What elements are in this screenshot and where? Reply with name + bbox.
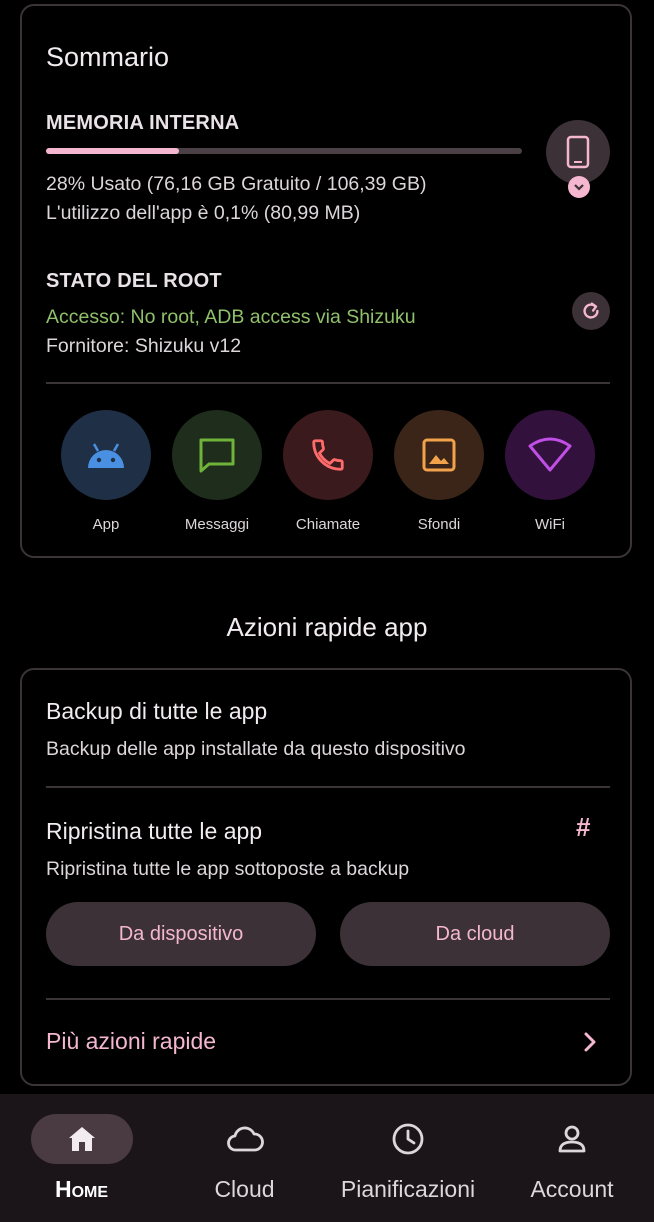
nav-home-label: Home: [54, 1176, 109, 1202]
shortcut-wallpapers[interactable]: Sfondi: [389, 410, 489, 533]
nav-schedules-label: Pianificazioni: [340, 1176, 476, 1202]
refresh-root-button[interactable]: [572, 292, 610, 330]
shortcut-messages[interactable]: Messaggi: [167, 410, 267, 533]
account-icon: [558, 1125, 586, 1153]
nav-cloud-indicator: [194, 1114, 296, 1164]
root-provider-text: Fornitore: Shizuku v12: [46, 335, 242, 357]
nav-item-account[interactable]: Account: [490, 1094, 654, 1222]
storage-details-button[interactable]: [546, 120, 610, 184]
shortcut-messages-label: Messaggi: [184, 516, 250, 533]
quick-actions-card: Backup di tutte le app Backup delle app …: [20, 668, 632, 1086]
nav-home-indicator: [30, 1114, 133, 1164]
shortcut-wifi-label: WiFi: [535, 516, 565, 533]
shortcut-wallpapers-circle: [394, 410, 484, 500]
backup-all-subtitle: Backup delle app installate da questo di…: [46, 738, 466, 760]
hash-icon: #: [576, 812, 591, 842]
shortcut-app-label: App: [92, 516, 120, 533]
smartphone-icon: [566, 135, 590, 169]
summary-title: Sommario: [46, 42, 170, 72]
storage-label: MEMORIA INTERNA: [46, 112, 240, 134]
storage-usage-text: 28% Usato (76,16 GB Gratuito / 106,39 GB…: [46, 173, 427, 195]
nav-item-home[interactable]: Home: [0, 1094, 163, 1222]
actions-divider-2: [46, 998, 610, 1000]
restore-all-subtitle: Ripristina tutte le app sottoposte a bac…: [46, 858, 410, 880]
root-access-text: Accesso: No root, ADB access via Shizuku: [46, 306, 416, 328]
shortcut-wifi[interactable]: WiFi: [500, 410, 600, 533]
restore-all-title: Ripristina tutte le app: [46, 818, 263, 844]
app-usage-text: L'utilizzo dell'app è 0,1% (80,99 MB): [46, 202, 361, 224]
nav-schedules-indicator: [357, 1114, 459, 1164]
nav-item-cloud[interactable]: Cloud: [163, 1094, 326, 1222]
storage-progress-fill: [46, 148, 180, 154]
restore-from-device-button[interactable]: Da dispositivo: [46, 902, 316, 966]
backup-all-title[interactable]: Backup di tutte le app: [46, 698, 267, 725]
message-icon: [199, 438, 235, 473]
expand-badge[interactable]: [568, 176, 590, 198]
restore-from-cloud-button[interactable]: Da cloud: [340, 902, 610, 966]
nav-account-indicator: [521, 1114, 623, 1164]
chevron-down-icon: [574, 184, 584, 191]
actions-divider-1: [46, 786, 610, 788]
image-icon: [422, 438, 456, 472]
shortcut-wifi-circle: [505, 410, 595, 500]
nav-item-schedules[interactable]: Pianificazioni: [326, 1094, 490, 1222]
phone-call-icon: [312, 439, 344, 471]
home-icon: [68, 1127, 95, 1151]
cloud-icon: [226, 1126, 264, 1152]
bottom-navigation-bar: Home Cloud Pianificazioni Account: [0, 1094, 654, 1222]
shortcut-calls-circle: [283, 410, 373, 500]
nav-cloud-label: Cloud: [214, 1176, 275, 1202]
android-icon: [88, 443, 124, 468]
shortcut-messages-circle: [172, 410, 262, 500]
quick-actions-heading: Azioni rapide app: [226, 612, 428, 642]
more-quick-actions-link[interactable]: Più azioni rapide: [46, 1028, 216, 1055]
storage-progress-bar: [46, 148, 522, 154]
shortcut-calls-label: Chiamate: [295, 516, 361, 533]
refresh-icon: [583, 302, 599, 319]
chevron-right-icon[interactable]: [580, 1030, 600, 1054]
shortcut-app[interactable]: App: [56, 410, 156, 533]
summary-divider: [46, 382, 610, 384]
wifi-icon: [528, 437, 572, 472]
root-status-label: STATO DEL ROOT: [46, 270, 222, 292]
summary-card: Sommario MEMORIA INTERNA 28% Usato (76,1…: [20, 4, 632, 558]
shortcut-wallpapers-label: Sfondi: [417, 516, 461, 533]
shortcut-calls[interactable]: Chiamate: [278, 410, 378, 533]
clock-icon: [392, 1123, 424, 1155]
nav-account-label: Account: [530, 1176, 614, 1202]
shortcut-app-circle: [61, 410, 151, 500]
